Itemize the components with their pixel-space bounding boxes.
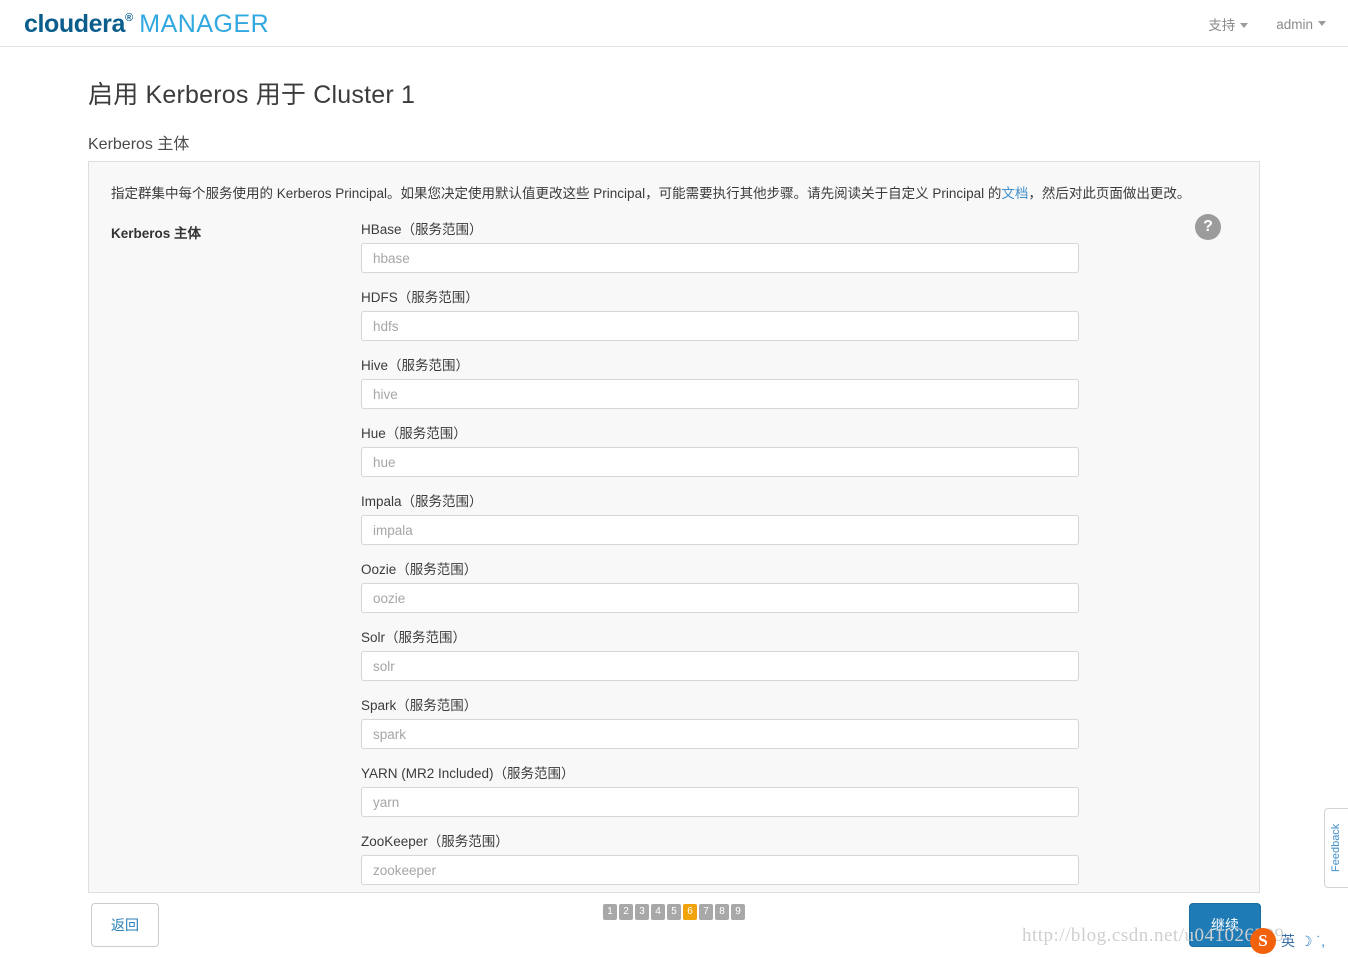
field-label-yarn: YARN (MR2 Included)（服务范围） xyxy=(361,766,575,782)
hue-principal-input[interactable] xyxy=(361,447,1079,478)
form-legend-kerberos-principal: Kerberos 主体 xyxy=(111,226,202,242)
topnav-item-admin[interactable]: admin xyxy=(1276,17,1326,32)
field-row-zookeeper: ZooKeeper（服务范围） xyxy=(361,830,1079,886)
zookeeper-principal-input[interactable] xyxy=(361,855,1079,886)
panel-description-text-after: ，然后对此页面做出更改。 xyxy=(1028,186,1191,201)
feedback-tab-label: Feedback xyxy=(1330,823,1342,873)
brand-name-primary: cloudera xyxy=(24,10,125,38)
field-row-hdfs: HDFS（服务范围） xyxy=(361,286,1079,342)
oozie-principal-input[interactable] xyxy=(361,583,1079,614)
field-label-hive: Hive（服务范围） xyxy=(361,358,470,374)
kerberos-principal-panel: 指定群集中每个服务使用的 Kerberos Principal。如果您决定使用默… xyxy=(88,161,1260,893)
field-label-zookeeper: ZooKeeper（服务范围） xyxy=(361,834,509,850)
field-label-hdfs: HDFS（服务范围） xyxy=(361,290,479,306)
page-heading-area: 启用 Kerberos 用于 Cluster 1 Kerberos 主体 xyxy=(0,47,1348,154)
field-label-oozie: Oozie（服务范围） xyxy=(361,562,478,578)
pager-step-1[interactable]: 1 xyxy=(603,904,617,920)
field-label-solr: Solr（服务范围） xyxy=(361,630,467,646)
field-row-oozie: Oozie（服务范围） xyxy=(361,558,1079,614)
back-button[interactable]: 返回 xyxy=(91,903,159,947)
chevron-down-icon xyxy=(1318,21,1326,27)
pager-step-4[interactable]: 4 xyxy=(651,904,665,920)
panel-description-text-before: 指定群集中每个服务使用的 Kerberos Principal。如果您决定使用默… xyxy=(111,186,1002,201)
field-row-hive: Hive（服务范围） xyxy=(361,354,1079,410)
pager-step-8[interactable]: 8 xyxy=(715,904,729,920)
field-row-impala: Impala（服务范围） xyxy=(361,490,1079,546)
topnav-item-admin-label: admin xyxy=(1276,16,1313,32)
brand-trademark-icon: ® xyxy=(125,12,133,24)
pager-step-7[interactable]: 7 xyxy=(699,904,713,920)
impala-principal-input[interactable] xyxy=(361,515,1079,546)
top-navigation: 支持 admin xyxy=(1208,14,1326,34)
topnav-item-support[interactable]: 支持 xyxy=(1208,14,1249,34)
solr-principal-input[interactable] xyxy=(361,651,1079,682)
field-row-hbase: HBase（服务范围） xyxy=(361,218,1079,274)
field-label-hbase: HBase（服务范围） xyxy=(361,222,483,238)
hbase-principal-input[interactable] xyxy=(361,243,1079,274)
hdfs-principal-input[interactable] xyxy=(361,311,1079,342)
wizard-step-pager: 1 2 3 4 5 6 7 8 9 xyxy=(603,904,745,920)
field-label-impala: Impala（服务范围） xyxy=(361,494,483,510)
continue-button[interactable]: 继续 xyxy=(1189,903,1261,947)
feedback-tab[interactable]: Feedback xyxy=(1324,808,1348,888)
cloudera-manager-logo[interactable]: cloudera® MANAGER xyxy=(24,10,269,39)
pager-step-2[interactable]: 2 xyxy=(619,904,633,920)
principal-form: Kerberos 主体 HBase（服务范围） HDFS（服务范围） Hive（… xyxy=(89,218,1259,886)
field-row-hue: Hue（服务范围） xyxy=(361,422,1079,478)
hive-principal-input[interactable] xyxy=(361,379,1079,410)
spark-principal-input[interactable] xyxy=(361,719,1079,750)
page-title: 启用 Kerberos 用于 Cluster 1 xyxy=(88,81,416,109)
pager-step-5[interactable]: 5 xyxy=(667,904,681,920)
topnav-item-support-label: 支持 xyxy=(1208,18,1236,33)
panel-description: 指定群集中每个服务使用的 Kerberos Principal。如果您决定使用默… xyxy=(89,162,1259,204)
top-header-bar: cloudera® MANAGER 支持 admin xyxy=(0,0,1348,47)
chevron-down-icon xyxy=(1240,22,1249,28)
field-label-spark: Spark（服务范围） xyxy=(361,698,478,714)
principal-fields-list: HBase（服务范围） HDFS（服务范围） Hive（服务范围） Hue（服务… xyxy=(361,218,1079,886)
field-row-yarn: YARN (MR2 Included)（服务范围） xyxy=(361,762,1079,818)
field-label-hue: Hue（服务范围） xyxy=(361,426,467,442)
brand-name-secondary: MANAGER xyxy=(139,10,270,38)
field-row-spark: Spark（服务范围） xyxy=(361,694,1079,750)
yarn-principal-input[interactable] xyxy=(361,787,1079,818)
field-row-solr: Solr（服务范围） xyxy=(361,626,1079,682)
pager-step-3[interactable]: 3 xyxy=(635,904,649,920)
documentation-link[interactable]: 文档 xyxy=(1001,186,1028,201)
page-subtitle: Kerberos 主体 xyxy=(88,136,190,153)
wizard-footer: 返回 1 2 3 4 5 6 7 8 9 继续 xyxy=(0,893,1348,957)
pager-step-9[interactable]: 9 xyxy=(731,904,745,920)
pager-step-6[interactable]: 6 xyxy=(683,904,697,920)
